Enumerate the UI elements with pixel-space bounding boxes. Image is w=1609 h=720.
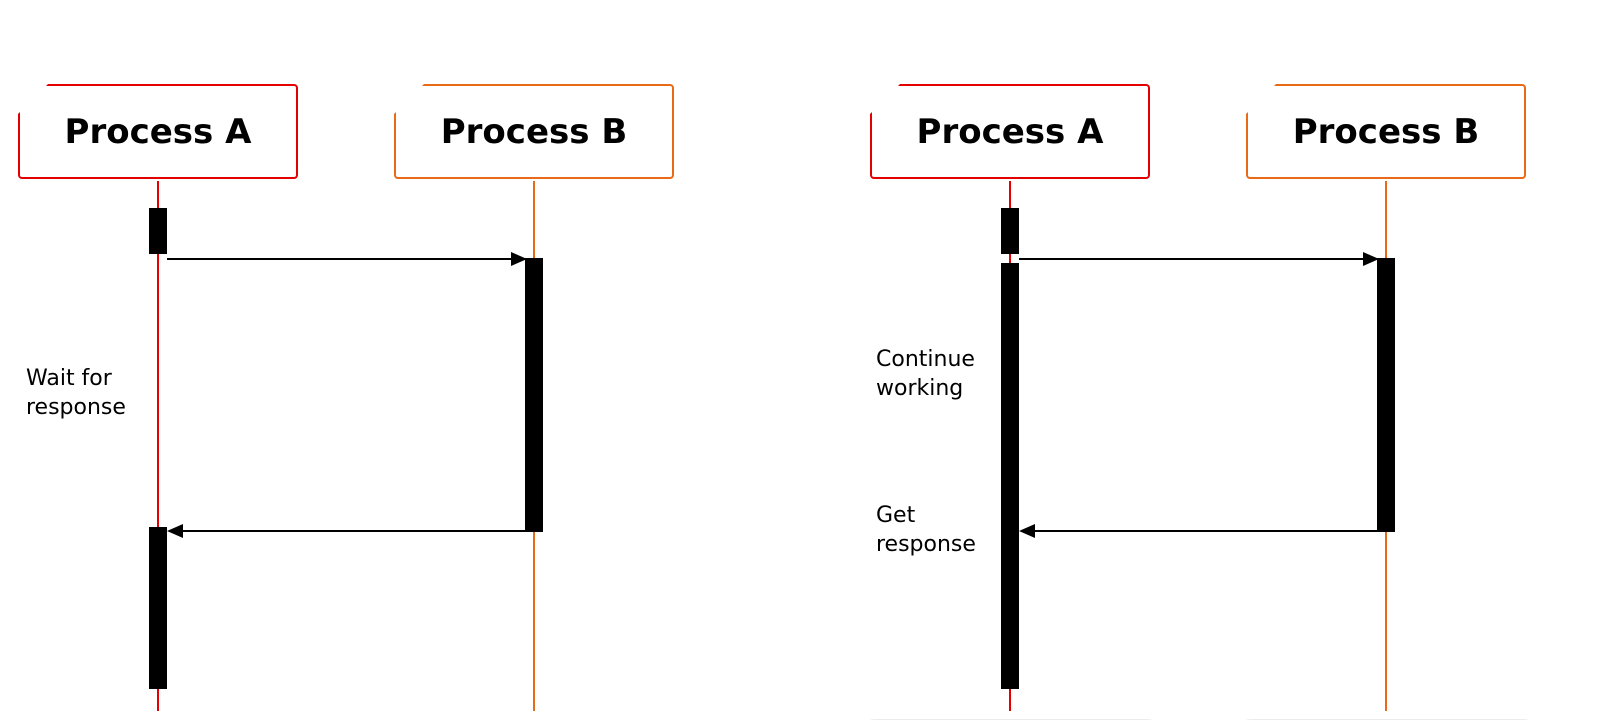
left-note-wait: Wait for response <box>26 365 156 422</box>
right-note-continue-line1: Continue <box>876 347 975 372</box>
right-header-process-a: Process A <box>870 84 1150 179</box>
left-arrow-response <box>167 524 527 538</box>
right-arrow-response <box>1019 524 1379 538</box>
left-note-wait-line1: Wait for <box>26 366 112 391</box>
left-header-process-b: Process B <box>394 84 674 179</box>
right-note-get-line1: Get <box>876 503 915 528</box>
left-act-a-top <box>149 208 167 254</box>
left-header-process-a-label: Process A <box>65 112 252 152</box>
left-act-a-bottom <box>149 527 167 689</box>
right-header-process-a-label: Process A <box>917 112 1104 152</box>
right-arrow-request <box>1019 252 1379 266</box>
right-note-get: Get response <box>876 502 1006 559</box>
right-header-process-b-label: Process B <box>1293 112 1480 152</box>
left-header-process-b-label: Process B <box>441 112 628 152</box>
left-header-process-a: Process A <box>18 84 298 179</box>
right-act-a-top <box>1001 208 1019 254</box>
left-note-wait-line2: response <box>26 395 126 420</box>
right-act-b <box>1377 258 1395 532</box>
right-act-a-long <box>1001 263 1019 689</box>
right-note-continue: Continue working <box>876 346 1006 403</box>
left-act-b <box>525 258 543 532</box>
sequence-diagram-pair: Process A Process B Wait for response Pr… <box>0 0 1609 719</box>
right-header-process-b: Process B <box>1246 84 1526 179</box>
right-note-get-line2: response <box>876 532 976 557</box>
left-arrow-request <box>167 252 527 266</box>
right-note-continue-line2: working <box>876 376 963 401</box>
